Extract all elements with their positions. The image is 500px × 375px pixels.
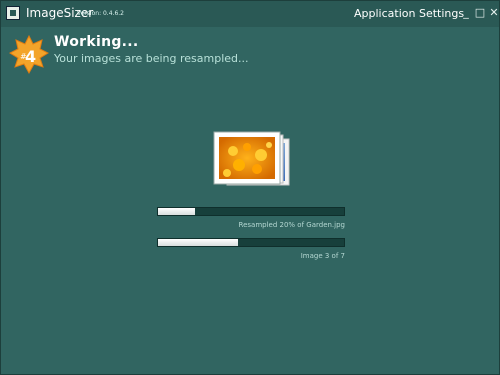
overall-progress-fill [158, 239, 238, 246]
app-logo-icon [6, 6, 20, 20]
image-stack-icon [213, 131, 290, 186]
title-bar: ImageSizer Version: 0.4.6.2 Application … [1, 1, 499, 27]
current-file-progress-bar [157, 207, 345, 216]
minimize-button[interactable]: _ [460, 7, 472, 19]
overall-progress-bar [157, 238, 345, 247]
close-button[interactable]: ✕ [488, 7, 500, 19]
star-badge-icon: # 4 [9, 35, 49, 75]
badge-number: 4 [25, 47, 36, 66]
step-subtitle: Your images are being resampled... [54, 52, 249, 65]
app-version: Version: 0.4.6.2 [77, 10, 124, 17]
maximize-button[interactable]: □ [474, 7, 486, 19]
app-window: ImageSizer Version: 0.4.6.2 Application … [0, 0, 500, 375]
step-title: Working... [54, 34, 139, 50]
current-file-progress-label: Resampled 20% of Garden.jpg [238, 221, 345, 229]
application-settings-link[interactable]: Application Settings [354, 7, 464, 20]
overall-progress-label: Image 3 of 7 [300, 252, 345, 260]
current-file-progress-fill [158, 208, 196, 215]
